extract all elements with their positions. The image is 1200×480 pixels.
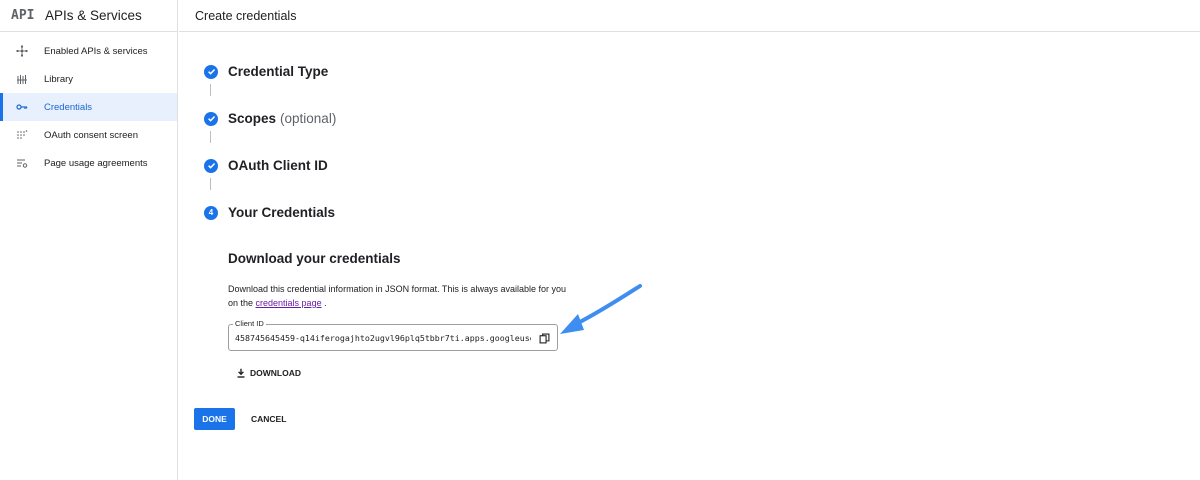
settings-list-icon <box>16 157 28 169</box>
step-connector <box>210 131 211 143</box>
copy-icon <box>539 333 549 343</box>
check-icon <box>204 158 218 173</box>
sidebar-item-oauth-consent[interactable]: OAuth consent screen <box>0 121 177 149</box>
sidebar: API APIs & Services Enabled APIs & servi… <box>0 0 178 480</box>
check-icon <box>204 64 218 79</box>
cancel-button[interactable]: CANCEL <box>244 408 293 430</box>
copy-button[interactable] <box>537 331 551 345</box>
credentials-page-link[interactable]: credentials page <box>256 298 322 308</box>
step-label-text: Scopes <box>228 111 277 126</box>
library-icon <box>16 73 28 85</box>
sidebar-item-credentials[interactable]: Credentials <box>0 93 177 121</box>
sidebar-item-page-usage[interactable]: Page usage agreements <box>0 149 177 177</box>
client-id-field[interactable]: Client ID 458745645459-q14iferogajhto2ug… <box>228 319 558 351</box>
sidebar-item-label: Library <box>44 73 74 85</box>
done-button[interactable]: DONE <box>194 408 235 430</box>
client-id-label: Client ID <box>233 319 266 328</box>
sidebar-item-label: Credentials <box>44 101 93 113</box>
description-suffix: . <box>321 298 327 308</box>
api-logo: API <box>11 8 35 23</box>
client-id-value[interactable]: 458745645459-q14iferogajhto2ugvl96plq5tb… <box>235 333 531 343</box>
step-number: 4 <box>204 205 218 220</box>
key-icon <box>16 101 28 113</box>
sidebar-item-label: OAuth consent screen <box>44 129 138 141</box>
sidebar-item-label: Page usage agreements <box>44 157 148 169</box>
enabled-apis-icon <box>16 45 28 57</box>
download-credentials-title: Download your credentials <box>228 251 401 266</box>
main-content: Credential Type Scopes (optional) OAuth C… <box>179 32 1200 480</box>
step-credential-type[interactable]: Credential Type <box>204 64 328 79</box>
step-connector <box>210 84 211 96</box>
step-label: Credential Type <box>228 64 329 79</box>
sidebar-item-library[interactable]: Library <box>0 65 177 93</box>
download-label: DOWNLOAD <box>250 368 301 378</box>
sidebar-item-enabled-apis[interactable]: Enabled APIs & services <box>0 37 177 65</box>
check-icon <box>204 111 218 126</box>
step-label: Scopes (optional) <box>228 111 336 126</box>
sidebar-nav: Enabled APIs & services Library Credenti… <box>0 37 177 177</box>
top-bar: Create credentials <box>179 0 1200 32</box>
step-label: Your Credentials <box>228 205 336 220</box>
step-connector <box>210 178 211 190</box>
credentials-description: Download this credential information in … <box>228 282 568 310</box>
step-scopes[interactable]: Scopes (optional) <box>204 111 336 126</box>
consent-icon <box>16 129 28 141</box>
download-icon <box>237 368 245 378</box>
sidebar-header: API APIs & Services <box>0 0 177 32</box>
page-title: Create credentials <box>195 8 297 23</box>
step-your-credentials: 4 Your Credentials <box>204 205 335 220</box>
product-title: APIs & Services <box>45 8 142 23</box>
step-label: OAuth Client ID <box>228 158 328 173</box>
sidebar-item-label: Enabled APIs & services <box>44 45 148 57</box>
annotation-arrow-icon <box>560 284 642 334</box>
step-optional-label: (optional) <box>280 111 337 126</box>
step-oauth-client-id[interactable]: OAuth Client ID <box>204 158 328 173</box>
download-button[interactable]: DOWNLOAD <box>236 365 301 381</box>
